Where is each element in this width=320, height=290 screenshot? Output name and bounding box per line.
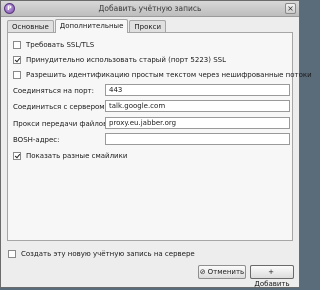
server-field[interactable]: talk.google.com <box>105 100 290 112</box>
require-ssl-label: Требовать SSL/TLS <box>26 41 95 49</box>
tab-bar: Основные Дополнительные Прокси <box>7 19 167 33</box>
window-title: Добавить учётную запись <box>98 4 202 13</box>
add-account-dialog: P Добавить учётную запись × Основные Доп… <box>0 0 312 288</box>
tab-proxy[interactable]: Прокси <box>129 20 166 32</box>
show-smileys-checkbox[interactable] <box>13 152 21 160</box>
add-icon: + <box>268 268 274 276</box>
plain-auth-checkbox[interactable] <box>13 71 21 79</box>
tab-basic[interactable]: Основные <box>7 20 54 32</box>
bosh-field[interactable] <box>105 133 290 145</box>
cancel-icon: ⊘ <box>199 268 206 276</box>
proxy-field[interactable]: proxy.eu.jabber.org <box>105 117 290 129</box>
force-old-ssl-label: Принудительно использовать старый (порт … <box>26 56 226 64</box>
create-on-server-option[interactable]: Создать эту новую учётную запись на серв… <box>8 250 195 258</box>
create-on-server-label: Создать эту новую учётную запись на серв… <box>21 250 195 258</box>
require-ssl-option[interactable]: Требовать SSL/TLS <box>13 41 94 49</box>
server-label: Соединиться с сервером: <box>13 103 107 111</box>
port-field[interactable]: 443 <box>105 84 290 96</box>
cancel-button-label: Отменить <box>207 268 245 276</box>
show-smileys-option[interactable]: Показать разные смайлики <box>13 152 127 160</box>
show-smileys-label: Показать разные смайлики <box>26 152 128 160</box>
require-ssl-checkbox[interactable] <box>13 41 21 49</box>
tab-advanced[interactable]: Дополнительные <box>54 19 129 33</box>
proxy-label: Прокси передачи файлов: <box>13 120 110 128</box>
plain-auth-label: Разрешить идентификацию простым текстом … <box>26 71 312 79</box>
force-old-ssl-checkbox[interactable] <box>13 56 21 64</box>
plain-auth-option[interactable]: Разрешить идентификацию простым текстом … <box>13 71 312 79</box>
force-old-ssl-option[interactable]: Принудительно использовать старый (порт … <box>13 56 226 64</box>
add-button[interactable]: + Добавить <box>250 265 294 288</box>
cancel-button[interactable]: ⊘ Отменить <box>198 265 246 279</box>
port-label: Соединяться на порт: <box>13 87 94 95</box>
create-on-server-checkbox[interactable] <box>8 250 16 258</box>
advanced-tab-panel: Требовать SSL/TLS Принудительно использо… <box>7 32 312 241</box>
bosh-label: BOSH-адрес: <box>13 136 60 144</box>
add-button-label: Добавить <box>254 280 290 288</box>
close-icon[interactable]: × <box>285 3 296 14</box>
title-bar: P Добавить учётную запись × <box>1 1 299 17</box>
